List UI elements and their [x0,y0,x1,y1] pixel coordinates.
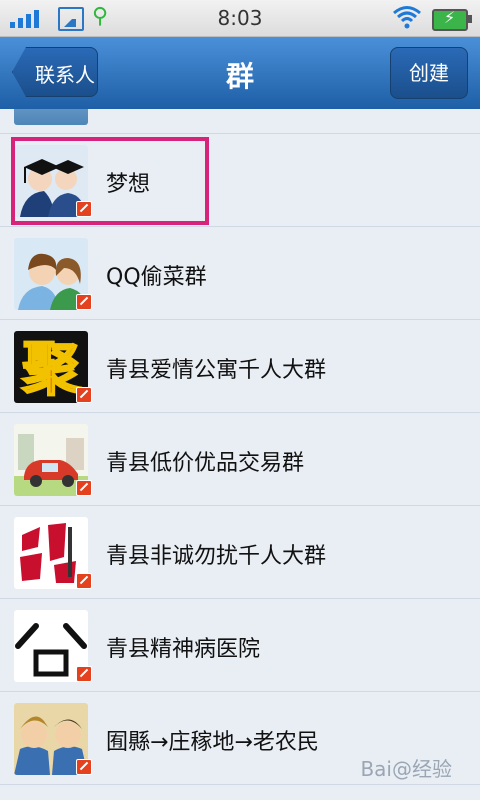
group-name: 青县低价优品交易群 [106,451,305,476]
group-list: 梦想 QQ偷菜群 聚 青县爱情公寓千人大群 青县低价优品交易群 青县非诚勿扰千人… [0,109,480,785]
group-badge-icon [76,666,92,682]
group-name: 梦想 [106,172,151,197]
battery-charging-icon: ⚡ [432,8,472,31]
list-item-partial[interactable] [0,109,480,134]
list-item[interactable]: QQ偷菜群 [0,227,480,320]
group-badge-icon [76,201,92,217]
group-name: 青县精神病医院 [106,637,261,662]
list-item[interactable]: 青县低价优品交易群 [0,413,480,506]
list-item[interactable]: 青县精神病医院 [0,599,480,692]
watermark: Bai@经验 [360,757,452,781]
group-name: 囿縣→庄稼地→老农民 [106,730,319,755]
group-badge-icon [76,573,92,589]
list-item[interactable]: 青县非诚勿扰千人大群 [0,506,480,599]
svg-text:聚: 聚 [21,335,81,403]
group-name: 青县爱情公寓千人大群 [106,358,327,383]
group-name: QQ偷菜群 [106,265,207,290]
list-item[interactable]: 梦想 [0,134,480,227]
wifi-icon [393,6,421,29]
list-item[interactable]: 聚 青县爱情公寓千人大群 [0,320,480,413]
status-bar: ⚲ 8:03 ⚡ [0,0,480,37]
partial-avatar-icon [14,109,88,125]
create-group-button[interactable]: 创建 [390,47,468,99]
group-badge-icon [76,480,92,496]
group-name: 青县非诚勿扰千人大群 [106,544,327,569]
group-badge-icon [76,759,92,775]
group-badge-icon [76,294,92,310]
group-badge-icon [76,387,92,403]
title-bar: 联系人 群 创建 [0,37,480,109]
